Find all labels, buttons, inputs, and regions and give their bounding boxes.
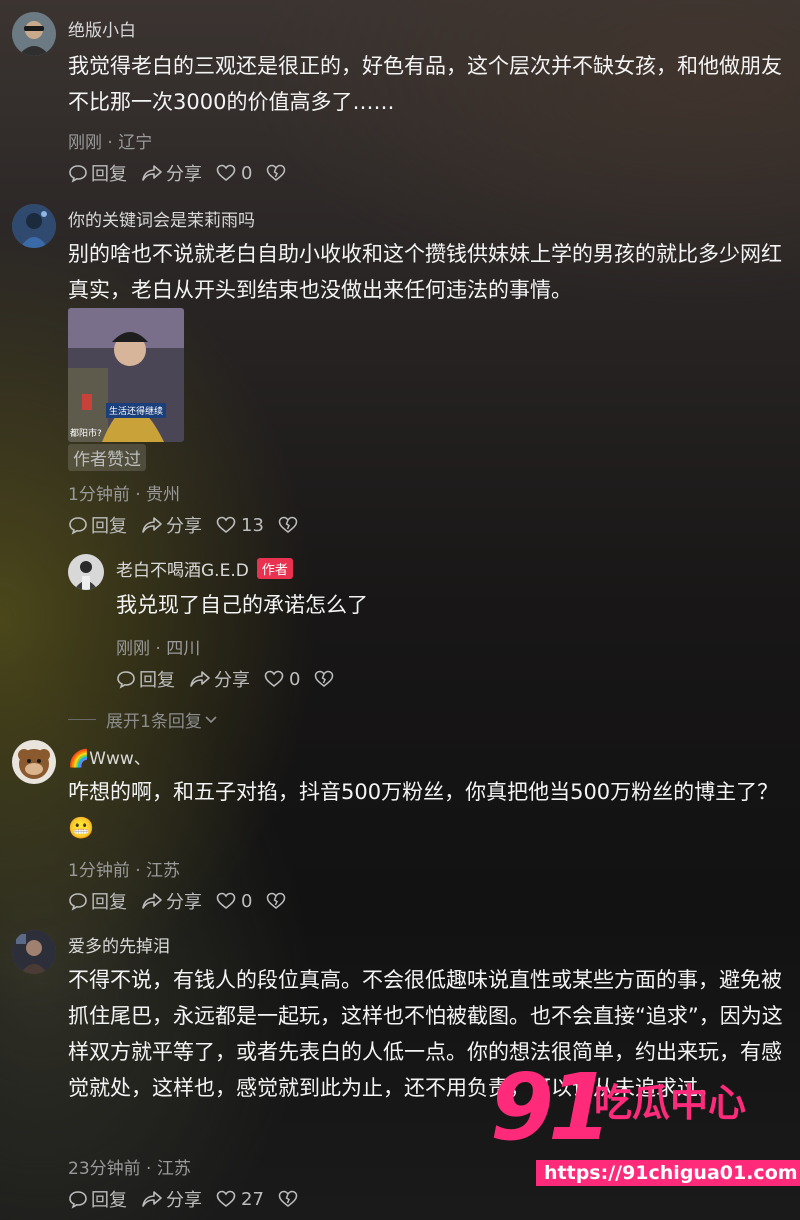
like-button[interactable]: 27	[216, 1189, 264, 1210]
reply-button[interactable]: 回复	[116, 666, 175, 692]
like-count: 0	[289, 668, 301, 690]
share-icon	[142, 893, 162, 909]
share-button[interactable]: 分享	[141, 160, 202, 186]
comment-username[interactable]: 绝版小白	[68, 16, 136, 41]
reply-text: 我兑现了自己的承诺怎么了	[116, 593, 368, 617]
image-caption: 生活还得继续	[106, 403, 167, 418]
dislike-button[interactable]	[278, 516, 301, 534]
avatar-image	[12, 12, 56, 56]
comment-username[interactable]: 爱多的先掉泪	[68, 932, 170, 957]
like-count: 13	[241, 514, 264, 536]
share-label: 分享	[166, 164, 202, 185]
avatar[interactable]	[12, 740, 56, 784]
heart-icon	[264, 670, 284, 688]
reply-label: 回复	[91, 892, 127, 913]
photo-thumbnail	[68, 308, 184, 442]
reply-icon	[69, 517, 87, 535]
chevron-down-icon	[205, 715, 217, 723]
author-badge: 作者	[256, 558, 293, 579]
broken-heart-icon	[278, 516, 298, 533]
heart-icon	[216, 892, 236, 910]
share-label: 分享	[166, 892, 202, 913]
reply-icon	[69, 165, 87, 183]
dislike-button[interactable]	[266, 892, 289, 910]
like-button[interactable]: 0	[216, 163, 252, 184]
share-label: 分享	[166, 1190, 202, 1211]
like-button[interactable]: 13	[216, 515, 264, 536]
comment-meta: 1分钟前 · 贵州	[68, 485, 181, 505]
avatar-image	[12, 740, 56, 784]
reply-username-text[interactable]: 老白不喝酒G.E.D	[116, 561, 249, 581]
dislike-button[interactable]	[314, 670, 337, 688]
avatar[interactable]	[12, 930, 56, 974]
dislike-button[interactable]	[278, 1190, 301, 1208]
reply-button[interactable]: 回复	[68, 160, 127, 186]
comment-meta: 刚刚 · 辽宁	[68, 133, 153, 153]
reply-label: 回复	[91, 164, 127, 185]
share-button[interactable]: 分享	[141, 512, 202, 538]
like-button[interactable]: 0	[264, 669, 300, 690]
watermark-logo: 91 吃瓜中心 https://91chigua01.com	[490, 1062, 800, 1191]
avatar-image	[68, 554, 104, 590]
reply-avatar[interactable]	[68, 554, 104, 590]
avatar[interactable]	[12, 12, 56, 56]
share-icon	[190, 671, 210, 687]
avatar-image	[12, 930, 56, 974]
watermark-number: 91	[490, 1054, 612, 1161]
comment-actions: 回复 分享 0	[68, 888, 303, 914]
author-liked-badge: 作者赞过	[68, 444, 146, 471]
comment-username[interactable]: 🌈Www、	[68, 744, 151, 769]
reply-icon	[69, 893, 87, 911]
heart-icon	[216, 164, 236, 182]
reply-username: 老白不喝酒G.E.D 作者	[116, 556, 293, 581]
broken-heart-icon	[278, 1190, 298, 1207]
reply-button[interactable]: 回复	[68, 512, 127, 538]
reply-label: 回复	[91, 516, 127, 537]
reply-icon	[117, 671, 135, 689]
share-button[interactable]: 分享	[141, 888, 202, 914]
reply-icon	[69, 1191, 87, 1209]
heart-icon	[216, 1190, 236, 1208]
watermark-url: https://91chigua01.com	[536, 1160, 800, 1186]
image-corner-text: 都阳市?	[70, 429, 102, 439]
reply-button[interactable]: 回复	[68, 1186, 127, 1212]
comment-actions: 回复 分享 0	[68, 160, 303, 186]
share-icon	[142, 517, 162, 533]
expand-label: 展开1条回复	[106, 712, 202, 732]
divider-line	[68, 719, 96, 720]
like-count: 27	[241, 1188, 264, 1210]
reply-meta: 刚刚 · 四川	[116, 639, 201, 659]
comment-actions: 回复 分享 27	[68, 1186, 315, 1212]
broken-heart-icon	[267, 164, 286, 181]
comment-image[interactable]: 生活还得继续 都阳市?	[68, 308, 184, 442]
avatar[interactable]	[12, 204, 56, 248]
broken-heart-icon	[315, 670, 334, 687]
dislike-button[interactable]	[266, 164, 289, 182]
like-button[interactable]: 0	[216, 891, 252, 912]
reply-label: 回复	[139, 670, 175, 691]
share-label: 分享	[166, 516, 202, 537]
broken-heart-icon	[267, 892, 286, 909]
expand-replies-button[interactable]: 展开1条回复	[68, 707, 218, 732]
comment-username[interactable]: 你的关键词会是茉莉雨吗	[68, 206, 255, 231]
reply-actions: 回复 分享 0	[116, 666, 351, 692]
share-icon	[142, 1191, 162, 1207]
comment-text: 我觉得老白的三观还是很正的，好色有品，这个层次并不缺女孩，和他做朋友不比那一次3…	[68, 54, 782, 114]
share-label: 分享	[214, 670, 250, 691]
share-button[interactable]: 分享	[141, 1186, 202, 1212]
comment-meta: 1分钟前 · 江苏	[68, 861, 181, 881]
reply-label: 回复	[91, 1190, 127, 1211]
like-count: 0	[241, 162, 253, 184]
reply-button[interactable]: 回复	[68, 888, 127, 914]
watermark-brand: 吃瓜中心	[594, 1081, 747, 1125]
share-icon	[142, 165, 162, 181]
share-button[interactable]: 分享	[189, 666, 250, 692]
heart-icon	[216, 516, 236, 534]
comment-text: 咋想的啊，和五子对掐，抖音500万粉丝，你真把他当500万粉丝的博主了？😬	[68, 780, 779, 840]
comment-meta: 23分钟前 · 江苏	[68, 1159, 191, 1179]
like-count: 0	[241, 890, 253, 912]
avatar-image	[12, 204, 56, 248]
comment-actions: 回复 分享 13	[68, 512, 315, 538]
comment-text: 别的啥也不说就老白自助小收收和这个攒钱供妹妹上学的男孩的就比多少网红真实，老白从…	[68, 242, 782, 302]
